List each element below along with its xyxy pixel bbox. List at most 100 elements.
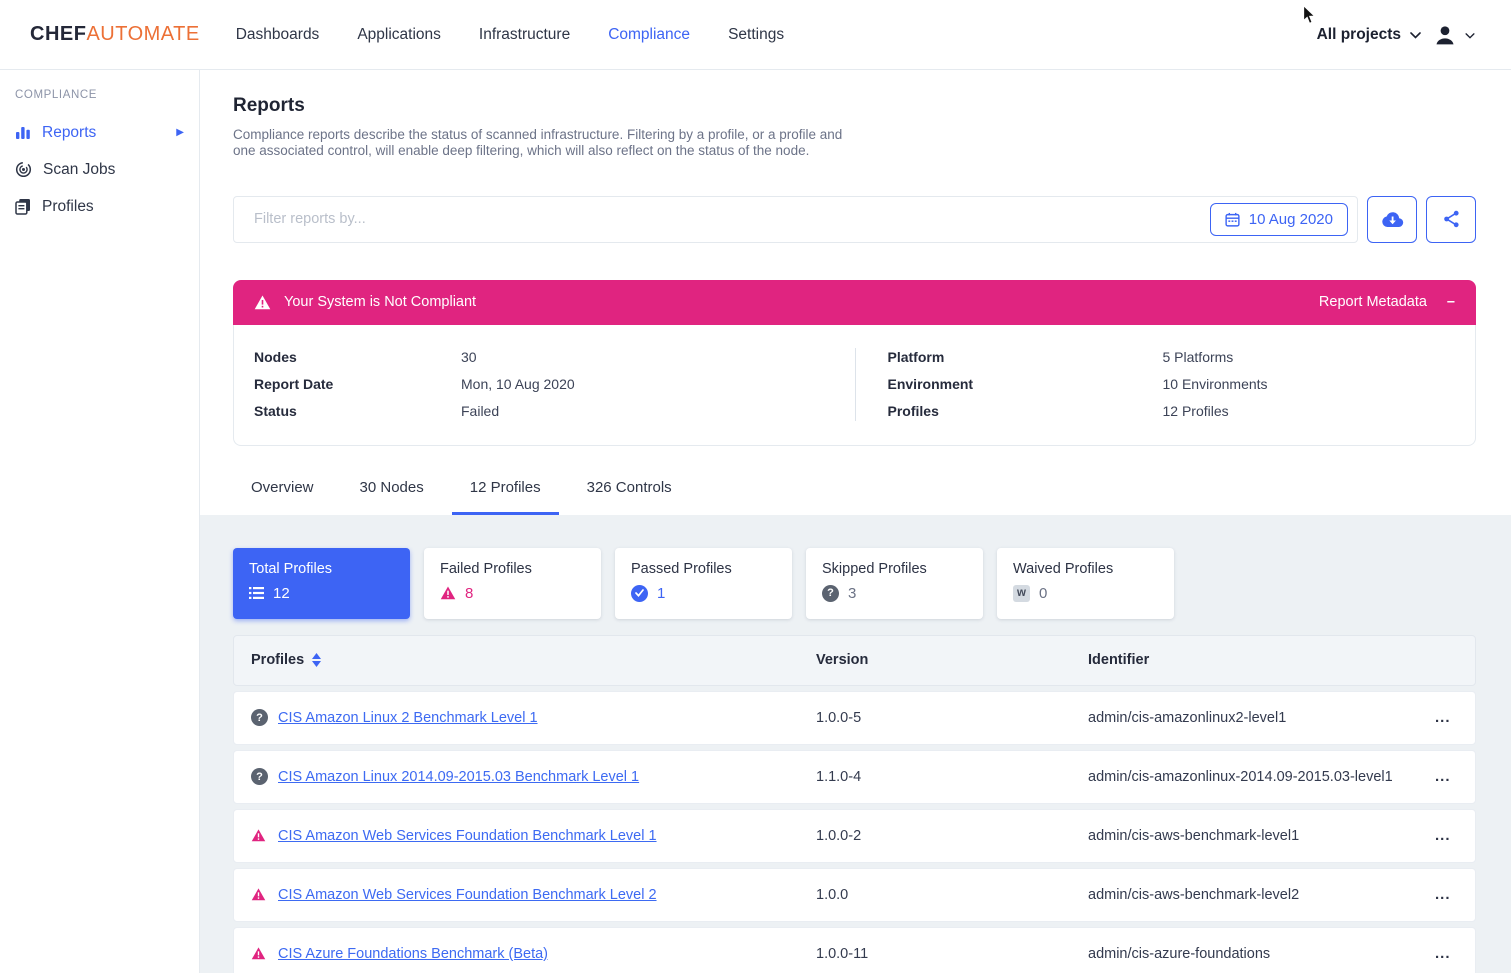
flyout-arrow-icon[interactable]: ▶ <box>176 127 184 138</box>
metadata-label: Nodes <box>254 349 461 365</box>
card-failed-profiles[interactable]: Failed Profiles 8 <box>424 548 601 619</box>
card-skipped-profiles[interactable]: Skipped Profiles ? 3 <box>806 548 983 619</box>
question-icon: ? <box>251 768 268 785</box>
profile-version: 1.0.0-2 <box>816 828 1088 844</box>
logo-automate: AUTOMATE <box>86 23 199 46</box>
profile-identifier: admin/cis-amazonlinux-2014.09-2015.03-le… <box>1088 769 1435 785</box>
card-total-profiles[interactable]: Total Profiles 12 <box>233 548 410 619</box>
check-circle-icon <box>631 585 648 602</box>
chef-automate-logo[interactable]: CHEF AUTOMATE <box>30 23 200 46</box>
warning-icon <box>251 829 278 842</box>
profile-link[interactable]: CIS Amazon Linux 2 Benchmark Level 1 <box>278 710 816 726</box>
profile-identifier: admin/cis-aws-benchmark-level2 <box>1088 887 1435 903</box>
main-nav: Dashboards Applications Infrastructure C… <box>236 26 784 44</box>
tab-controls[interactable]: 326 Controls <box>569 479 690 515</box>
column-header-profiles: Profiles <box>251 652 304 668</box>
metadata-row-profiles: Profiles 12 Profiles <box>888 398 1476 425</box>
question-icon: ? <box>251 709 268 726</box>
tab-profiles[interactable]: 12 Profiles <box>452 479 559 515</box>
bar-chart-icon <box>15 125 31 140</box>
sidebar-item-reports[interactable]: Reports ▶ <box>0 114 199 151</box>
row-menu-button[interactable]: ... <box>1435 768 1475 785</box>
profile-row: CIS Azure Foundations Benchmark (Beta) 1… <box>233 927 1476 973</box>
profile-link[interactable]: CIS Azure Foundations Benchmark (Beta) <box>278 946 816 962</box>
profiles-table-header: Profiles Version Identifier <box>233 635 1476 686</box>
profile-identifier: admin/cis-amazonlinux2-level1 <box>1088 710 1435 726</box>
page-description: Compliance reports describe the status o… <box>233 127 853 160</box>
filter-placeholder: Filter reports by... <box>254 211 366 227</box>
profile-link[interactable]: CIS Amazon Web Services Foundation Bench… <box>278 828 816 844</box>
sidebar-item-profiles[interactable]: Profiles <box>0 188 199 225</box>
nav-applications[interactable]: Applications <box>357 26 441 44</box>
warning-icon <box>251 947 278 960</box>
compliance-status-banner: Your System is Not Compliant Report Meta… <box>233 280 1476 325</box>
metadata-label: Platform <box>888 349 1163 365</box>
report-date-button[interactable]: 10 Aug 2020 <box>1210 203 1348 236</box>
metadata-value: Mon, 10 Aug 2020 <box>461 376 575 392</box>
metadata-value: Failed <box>461 403 499 419</box>
row-menu-button[interactable]: ... <box>1435 886 1475 903</box>
sort-toggle-icon[interactable] <box>312 653 321 667</box>
card-count-value: 12 <box>273 585 290 602</box>
profile-link[interactable]: CIS Amazon Web Services Foundation Bench… <box>278 887 816 903</box>
card-passed-profiles[interactable]: Passed Profiles 1 <box>615 548 792 619</box>
banner-message: Your System is Not Compliant <box>284 294 476 310</box>
tab-nodes[interactable]: 30 Nodes <box>342 479 442 515</box>
download-report-button[interactable] <box>1367 196 1417 243</box>
sidebar-item-label: Reports <box>42 124 96 142</box>
metadata-row-report-date: Report Date Mon, 10 Aug 2020 <box>254 371 855 398</box>
sidebar-item-label: Profiles <box>42 198 94 216</box>
profile-summary-cards: Total Profiles 12 Failed Profiles 8 <box>233 548 1476 619</box>
nav-dashboards[interactable]: Dashboards <box>236 26 320 44</box>
collapse-metadata-button[interactable]: – <box>1447 294 1455 310</box>
chevron-down-icon[interactable] <box>1410 32 1421 39</box>
profile-version: 1.0.0-5 <box>816 710 1088 726</box>
nav-compliance[interactable]: Compliance <box>608 26 690 44</box>
warning-icon <box>440 586 456 600</box>
share-icon <box>1443 210 1460 228</box>
profile-identifier: admin/cis-azure-foundations <box>1088 946 1435 962</box>
card-title: Skipped Profiles <box>822 561 967 577</box>
metadata-label: Profiles <box>888 403 1163 419</box>
metadata-row-environment: Environment 10 Environments <box>888 371 1476 398</box>
reports-toolbar: Filter reports by... 10 Aug 2020 <box>233 196 1476 243</box>
profile-row: ? CIS Amazon Linux 2 Benchmark Level 1 1… <box>233 691 1476 745</box>
sidebar-section-label: COMPLIANCE <box>0 89 199 101</box>
filter-reports-input[interactable]: Filter reports by... 10 Aug 2020 <box>233 196 1358 243</box>
card-title: Failed Profiles <box>440 561 585 577</box>
row-menu-button[interactable]: ... <box>1435 827 1475 844</box>
column-header-version: Version <box>816 652 1088 668</box>
card-count-value: 8 <box>465 585 473 602</box>
sidebar-item-scan-jobs[interactable]: Scan Jobs <box>0 151 199 188</box>
report-tabs: Overview 30 Nodes 12 Profiles 326 Contro… <box>233 479 1476 515</box>
main-content: Reports Compliance reports describe the … <box>200 70 1511 973</box>
metadata-value: 12 Profiles <box>1163 403 1229 419</box>
user-icon[interactable] <box>1434 25 1456 45</box>
profile-version: 1.0.0 <box>816 887 1088 903</box>
profile-link[interactable]: CIS Amazon Linux 2014.09-2015.03 Benchma… <box>278 769 816 785</box>
metadata-row-nodes: Nodes 30 <box>254 344 855 371</box>
row-menu-button[interactable]: ... <box>1435 945 1475 962</box>
chevron-down-icon[interactable] <box>1465 33 1475 39</box>
waived-icon: w <box>1013 585 1030 602</box>
share-report-button[interactable] <box>1426 196 1476 243</box>
projects-dropdown[interactable]: All projects <box>1317 26 1401 44</box>
card-waived-profiles[interactable]: Waived Profiles w 0 <box>997 548 1174 619</box>
metadata-row-status: Status Failed <box>254 398 855 425</box>
question-icon: ? <box>822 585 839 602</box>
metadata-label: Report Date <box>254 376 461 392</box>
report-date-label: 10 Aug 2020 <box>1249 211 1333 228</box>
cloud-download-icon <box>1381 211 1404 228</box>
tab-overview[interactable]: Overview <box>233 479 332 515</box>
profile-row: ? CIS Amazon Linux 2014.09-2015.03 Bench… <box>233 750 1476 804</box>
row-menu-button[interactable]: ... <box>1435 709 1475 726</box>
top-navigation: CHEF AUTOMATE Dashboards Applications In… <box>0 0 1511 70</box>
card-title: Total Profiles <box>249 561 394 577</box>
card-count-value: 0 <box>1039 585 1047 602</box>
profile-version: 1.0.0-11 <box>816 946 1088 962</box>
nav-settings[interactable]: Settings <box>728 26 784 44</box>
nav-infrastructure[interactable]: Infrastructure <box>479 26 570 44</box>
column-header-identifier: Identifier <box>1088 652 1435 668</box>
logo-chef: CHEF <box>30 23 86 46</box>
card-count-value: 3 <box>848 585 856 602</box>
